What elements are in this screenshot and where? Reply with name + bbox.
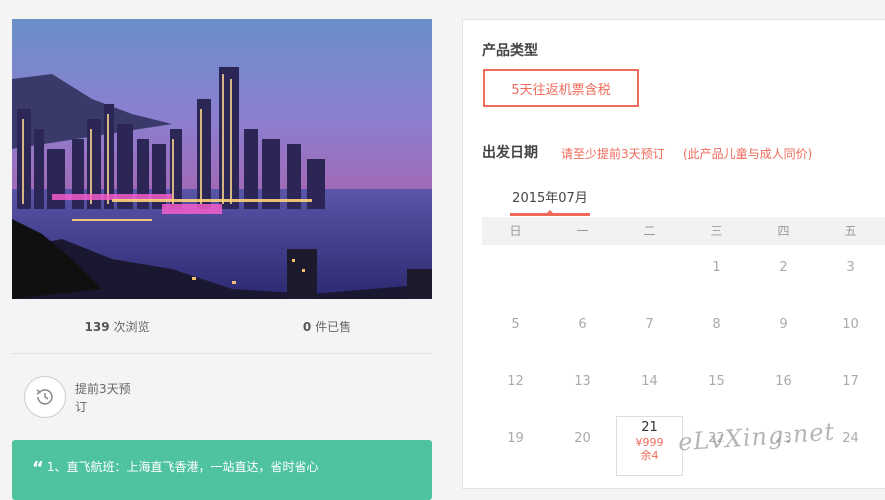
quote-mark-icon: “ [32, 458, 44, 479]
product-stats: 139 次浏览 0 件已售 [12, 299, 432, 354]
departure-date-title: 出发日期 [482, 145, 538, 161]
calendar-week-row: 1 2 3 [482, 245, 885, 302]
calendar-day: 17 [842, 374, 859, 389]
feature-highlight-box: “1、直飞航班：上海直飞香港，一站直达，省时省心 [12, 440, 432, 500]
calendar-day: 10 [842, 317, 859, 332]
calendar-day: 9 [779, 317, 788, 332]
weekday-fri: 五 [844, 224, 857, 238]
calendar-day: 20 [574, 431, 591, 446]
calendar-day [549, 245, 616, 302]
weekday-wed: 三 [710, 224, 723, 238]
calendar-day: 19 [507, 431, 524, 446]
clock-history-icon [24, 376, 66, 418]
views-stat: 139 次浏览 [12, 318, 222, 335]
product-type-option-button[interactable]: 5天往返机票含税 [483, 69, 639, 107]
advance-booking-notice: 提前3天预订 [12, 354, 432, 444]
views-label: 次浏览 [113, 319, 150, 334]
selected-day-price: ¥999 [635, 436, 664, 449]
calendar-day-selected[interactable]: 21 ¥999 余4 [616, 416, 683, 476]
calendar-weekday-header: 日 一 二 三 四 五 [482, 217, 885, 245]
sold-label: 件已售 [315, 319, 352, 334]
calendar-day: 8 [712, 317, 721, 332]
calendar-week-row: 5 6 7 8 9 10 [482, 302, 885, 359]
calendar-day: 13 [574, 374, 591, 389]
child-price-hint: (此产品儿童与成人同价) [683, 147, 813, 161]
selected-day-number: 21 [641, 420, 658, 435]
weekday-thu: 四 [777, 224, 790, 238]
calendar-day [616, 245, 683, 302]
calendar-day: 15 [708, 374, 725, 389]
calendar-day: 7 [645, 317, 654, 332]
calendar-day: 2 [779, 260, 788, 275]
calendar-week-row: 12 13 14 15 16 17 [482, 359, 885, 416]
hong-kong-skyline-image [12, 19, 432, 299]
calendar-day: 16 [775, 374, 792, 389]
sold-count: 0 [302, 319, 312, 334]
calendar-day: 12 [507, 374, 524, 389]
calendar-day: 14 [641, 374, 658, 389]
calendar-day: 1 [712, 260, 721, 275]
calendar-day: 3 [846, 260, 855, 275]
selected-day-remaining: 余4 [640, 449, 659, 462]
calendar-day [482, 245, 549, 302]
advance-booking-hint: 请至少提前3天预订 [561, 147, 665, 161]
weekday-tue: 二 [643, 224, 656, 238]
product-type-title: 产品类型 [482, 43, 538, 59]
feature-text: 1、直飞航班：上海直飞香港，一站直达，省时省心 [46, 460, 319, 474]
views-count: 139 [84, 319, 110, 334]
calendar-day: 6 [578, 317, 587, 332]
weekday-sun: 日 [509, 224, 522, 238]
hong-kong-night-photo [12, 19, 432, 299]
product-left-column: 139 次浏览 0 件已售 提前3天预订 “1、直飞航班：上海直飞香港，一站直达… [12, 19, 432, 500]
month-tab-caret-icon [546, 210, 554, 214]
advance-booking-text: 提前3天预订 [75, 382, 131, 414]
sold-stat: 0 件已售 [222, 318, 432, 335]
calendar-day: 5 [511, 317, 520, 332]
weekday-mon: 一 [576, 224, 589, 238]
